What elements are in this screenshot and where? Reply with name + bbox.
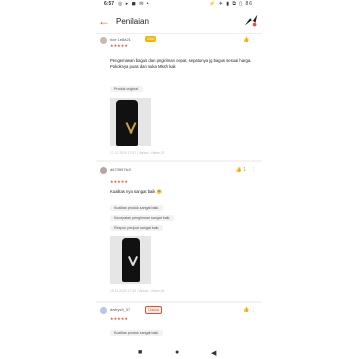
- review-photo[interactable]: [110, 98, 151, 146]
- like-button[interactable]: 👍 1: [236, 167, 246, 173]
- review-username: rice 1e8a21: [110, 37, 131, 42]
- back-icon[interactable]: ◀: [211, 349, 216, 357]
- top-bar: ← Penilaian: [96, 11, 262, 34]
- review-username: d673597fc3: [110, 167, 131, 172]
- member-badge: Classic: [145, 306, 163, 314]
- avatar[interactable]: [100, 167, 107, 174]
- status-time: 6:57: [104, 1, 115, 7]
- review-text: Kualitas nya sangat baik 🤗: [110, 189, 162, 194]
- review-tag: Kualitas produk sangat baik.: [110, 205, 164, 211]
- avatar[interactable]: [100, 37, 107, 44]
- system-icons: ⚡ ✈ ▮ ⧉ ▯ 86: [209, 1, 253, 7]
- like-count: 1: [243, 167, 246, 173]
- arrow-left-icon[interactable]: ←: [98, 14, 110, 28]
- review-tag: Produk original.: [110, 86, 143, 92]
- divider: [96, 160, 262, 162]
- rating-stars: ★★★★★: [110, 43, 128, 48]
- more-options-icon[interactable]: 👍 ⋮: [243, 307, 256, 313]
- more-options-icon[interactable]: 👍 ⋮: [243, 37, 256, 43]
- member-badge: Gold: [145, 36, 157, 42]
- brand-logo-icon: [244, 14, 258, 27]
- review-tag: Kualitas produk sangat baik.: [110, 330, 164, 336]
- home-icon[interactable]: ●: [175, 349, 179, 356]
- review-tag: Respon penjual sangat baik.: [110, 225, 164, 231]
- battery-level: 86: [245, 1, 253, 7]
- review-meta: 15-11-2020 17:35 | Variasi : Hitam,39: [110, 289, 165, 293]
- notification-icons: ◎ ▸ ◼ ✉ •: [118, 1, 150, 7]
- recents-icon[interactable]: ■: [138, 349, 142, 356]
- status-bar: 6:57 ◎ ▸ ◼ ✉ • ⚡ ✈ ▮ ⧉ ▯ 86: [0, 0, 359, 9]
- system-nav-bar: ■ ● ◀: [96, 348, 262, 359]
- rating-stars: ★★★★★: [110, 179, 128, 184]
- system-icons-text: ⚡ ✈ ▮ ⧉ ▯: [209, 1, 244, 7]
- review-text: Pengemasan bagus dan pngiriman cepat, se…: [110, 58, 252, 69]
- review-username: dwirys9_37: [110, 307, 131, 312]
- page-title: Penilaian: [116, 17, 149, 26]
- divider: [96, 301, 262, 303]
- avatar[interactable]: [100, 307, 107, 314]
- review-tag: Kecepatan pengiriman sangat baik.: [110, 215, 175, 221]
- more-options-icon[interactable]: ⋮: [251, 167, 256, 173]
- rating-stars: ★★★★★: [110, 316, 128, 321]
- review-photo[interactable]: [110, 236, 151, 284]
- review-meta: 17-07-2020 17:07 | Variasi : Hitam,37: [110, 151, 165, 155]
